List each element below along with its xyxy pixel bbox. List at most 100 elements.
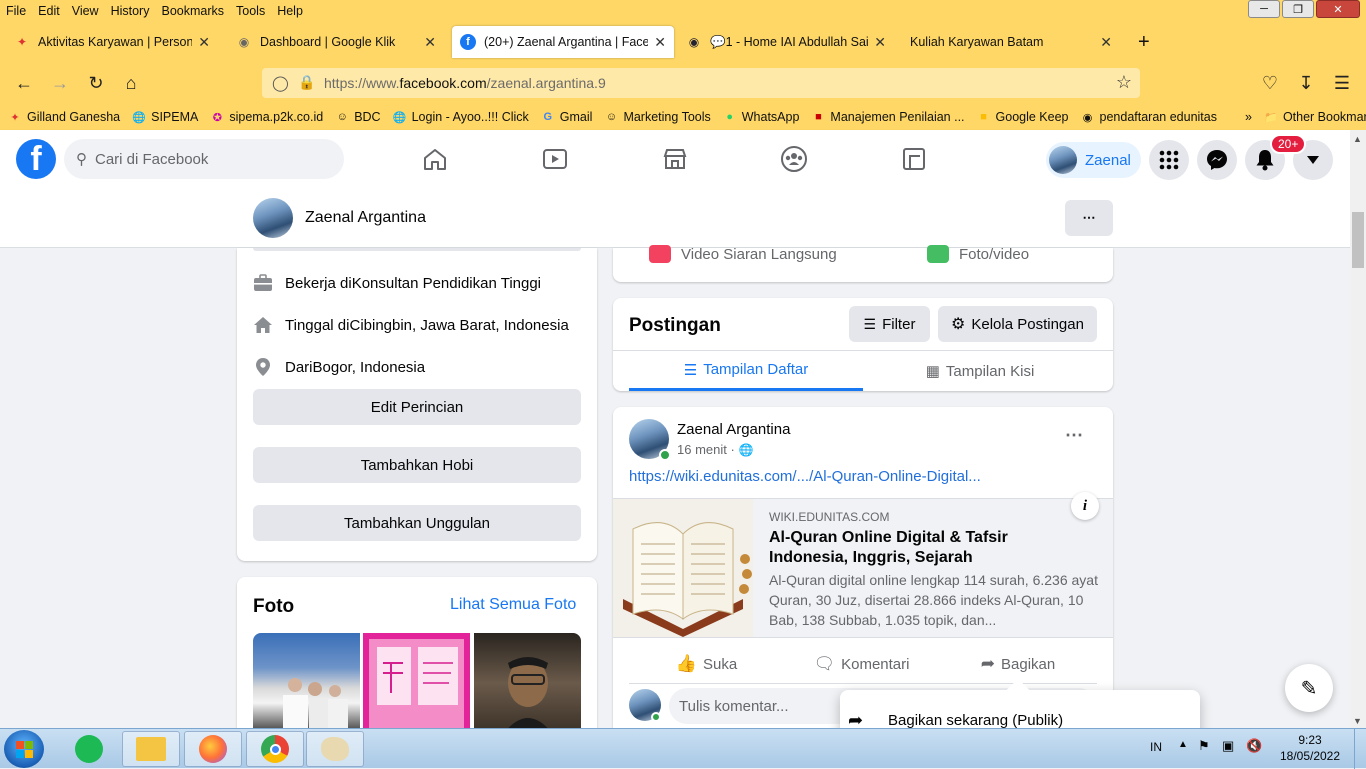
forward-icon[interactable]: → — [46, 70, 74, 96]
back-icon[interactable]: ← — [10, 70, 38, 96]
live-video-button[interactable]: Video Siaran Langsung — [649, 244, 851, 264]
more-options-button[interactable]: ⋯ — [1065, 200, 1113, 236]
home-nav-icon[interactable] — [415, 140, 455, 178]
post-author-name[interactable]: Zaenal Argantina — [677, 421, 790, 438]
search-box[interactable]: ⚲ — [64, 139, 344, 179]
profile-avatar[interactable] — [253, 198, 293, 238]
bookmark-whatsapp[interactable]: ● WhatsApp — [723, 110, 799, 124]
clock[interactable]: 9:23 18/05/2022 — [1270, 733, 1350, 763]
facebook-logo[interactable]: f — [16, 139, 56, 179]
minimize-button[interactable]: ─ — [1248, 0, 1280, 18]
manage-posts-button[interactable]: ⚙ Kelola Postingan — [938, 306, 1097, 342]
menu-icon[interactable]: ☰ — [1328, 70, 1356, 96]
scroll-up-icon[interactable]: ▲ — [1353, 134, 1362, 144]
profile-name[interactable]: Zaenal Argantina — [305, 209, 426, 227]
photo-thumbnail[interactable] — [253, 633, 360, 733]
post-timestamp[interactable]: 16 menit · 🌐 — [677, 442, 754, 457]
explorer-taskbar-icon[interactable] — [122, 731, 180, 767]
spotify-taskbar-icon[interactable] — [60, 731, 118, 767]
bookmark-gmail[interactable]: G Gmail — [541, 110, 593, 124]
menu-edit[interactable]: Edit — [32, 4, 66, 18]
share-button[interactable]: ➦ Bagikan — [939, 647, 1097, 681]
tab-aktivitas[interactable]: ✦ Aktivitas Karyawan | Personalia ✕ — [6, 26, 218, 58]
pocket-icon[interactable]: ♡ — [1256, 70, 1284, 96]
scroll-down-icon[interactable]: ▼ — [1353, 716, 1362, 726]
messenger-icon[interactable] — [1197, 140, 1237, 180]
firefox-taskbar-icon[interactable] — [184, 731, 242, 767]
post-link[interactable]: https://wiki.edunitas.com/.../Al-Quran-O… — [629, 468, 981, 485]
home-icon[interactable]: ⌂ — [117, 70, 145, 96]
bookmark-login[interactable]: 🌐 Login - Ayoo..!!! Click — [393, 110, 529, 124]
filter-button[interactable]: ☰ Filter — [849, 306, 930, 342]
bookmark-sipema-p2k[interactable]: ✪ sipema.p2k.co.id — [210, 110, 323, 124]
comment-button[interactable]: 🗨 Komentari — [784, 647, 939, 681]
bookmark-sipema[interactable]: 🌐 SIPEMA — [132, 110, 198, 124]
close-tab-icon[interactable]: ✕ — [1100, 34, 1112, 51]
close-tab-icon[interactable]: ✕ — [874, 34, 886, 51]
menu-bookmarks[interactable]: Bookmarks — [155, 4, 230, 18]
live-link[interactable]: Cibingbin, Jawa Barat, Indonesia — [349, 317, 568, 334]
tab-kuliah[interactable]: Kuliah Karyawan Batam ✕ — [902, 26, 1120, 58]
bookmark-pendaftaran[interactable]: ◉ pendaftaran edunitas — [1081, 110, 1217, 124]
search-input[interactable] — [95, 150, 315, 168]
post-more-icon[interactable]: ⋯ — [1065, 425, 1083, 446]
menu-file[interactable]: File — [0, 4, 32, 18]
gaming-nav-icon[interactable] — [894, 140, 934, 178]
tab-list-view[interactable]: ☰ Tampilan Daftar — [629, 351, 863, 391]
volume-muted-icon[interactable]: 🔇 — [1246, 738, 1262, 754]
shield-icon[interactable]: ◯ — [272, 74, 289, 92]
new-tab-button[interactable]: + — [1130, 26, 1160, 58]
info-icon[interactable]: i — [1071, 492, 1099, 520]
photo-thumbnail[interactable] — [363, 633, 470, 733]
profile-chip[interactable]: Zaenal — [1046, 142, 1141, 178]
page-scrollbar[interactable]: ▲ ▼ — [1350, 130, 1366, 728]
link-preview[interactable]: WIKI.EDUNITAS.COM Al-Quran Online Digita… — [613, 492, 1113, 638]
close-window-button[interactable]: ✕ — [1316, 0, 1360, 18]
from-link[interactable]: Bogor, Indonesia — [313, 359, 426, 376]
see-all-photos-link[interactable]: Lihat Semua Foto — [450, 596, 576, 614]
tab-dashboard[interactable]: ◉ Dashboard | Google Klik ✕ — [228, 26, 444, 58]
watch-nav-icon[interactable] — [535, 140, 575, 178]
download-icon[interactable]: ↧ — [1292, 70, 1320, 96]
new-message-button[interactable]: ✎ — [1285, 664, 1333, 712]
photo-video-button[interactable]: Foto/video — [927, 244, 1087, 264]
groups-nav-icon[interactable] — [774, 140, 814, 178]
scrollbar-thumb[interactable] — [1352, 212, 1364, 268]
tab-iai[interactable]: ◉ 💬1 - Home IAI Abdullah Said B ✕ — [678, 26, 894, 58]
menu-grid-icon[interactable] — [1149, 140, 1189, 180]
bookmark-marketing[interactable]: ☺ Marketing Tools — [604, 110, 711, 124]
photo-thumbnail[interactable] — [474, 633, 581, 733]
language-indicator[interactable]: IN — [1150, 740, 1162, 754]
more-bookmarks-icon[interactable]: » — [1245, 110, 1252, 124]
url-bar[interactable]: ◯ 🔒 https://www.facebook.com/zaenal.arga… — [262, 68, 1140, 98]
menu-help[interactable]: Help — [271, 4, 309, 18]
close-tab-icon[interactable]: ✕ — [654, 34, 666, 51]
marketplace-nav-icon[interactable] — [655, 140, 695, 178]
menu-tools[interactable]: Tools — [230, 4, 271, 18]
tab-facebook[interactable]: f (20+) Zaenal Argantina | Facebo ✕ — [452, 26, 674, 58]
bookmark-keep[interactable]: ■ Google Keep — [977, 110, 1068, 124]
chrome-taskbar-icon[interactable] — [246, 731, 304, 767]
star-icon[interactable]: ☆ — [1116, 72, 1132, 93]
add-hobbies-button[interactable]: Tambahkan Hobi — [253, 447, 581, 483]
reload-icon[interactable]: ↻ — [82, 70, 110, 96]
close-tab-icon[interactable]: ✕ — [198, 34, 210, 51]
network-icon[interactable]: ▣ — [1222, 738, 1234, 754]
show-desktop-button[interactable] — [1354, 729, 1366, 769]
bookmark-bdc[interactable]: ☺ BDC — [335, 110, 381, 124]
menu-history[interactable]: History — [105, 4, 156, 18]
edit-details-button[interactable]: Edit Perincian — [253, 389, 581, 425]
add-featured-button[interactable]: Tambahkan Unggulan — [253, 505, 581, 541]
url-text[interactable]: https://www.facebook.com/zaenal.argantin… — [324, 75, 606, 91]
tab-grid-view[interactable]: ▦ Tampilan Kisi — [863, 351, 1097, 391]
work-link[interactable]: Konsultan Pendidikan Tinggi — [352, 275, 541, 292]
maximize-button[interactable]: ❐ — [1282, 0, 1314, 18]
show-hidden-icons[interactable]: ▲ — [1178, 739, 1188, 750]
other-bookmarks[interactable]: 📁Other Bookmarks — [1264, 110, 1366, 124]
paint-taskbar-icon[interactable] — [306, 731, 364, 767]
start-button[interactable] — [4, 730, 44, 768]
lock-icon[interactable]: 🔒 — [298, 74, 315, 91]
bookmark-manajemen[interactable]: ■ Manajemen Penilaian ... — [811, 110, 964, 124]
close-tab-icon[interactable]: ✕ — [424, 34, 436, 51]
menu-view[interactable]: View — [66, 4, 105, 18]
